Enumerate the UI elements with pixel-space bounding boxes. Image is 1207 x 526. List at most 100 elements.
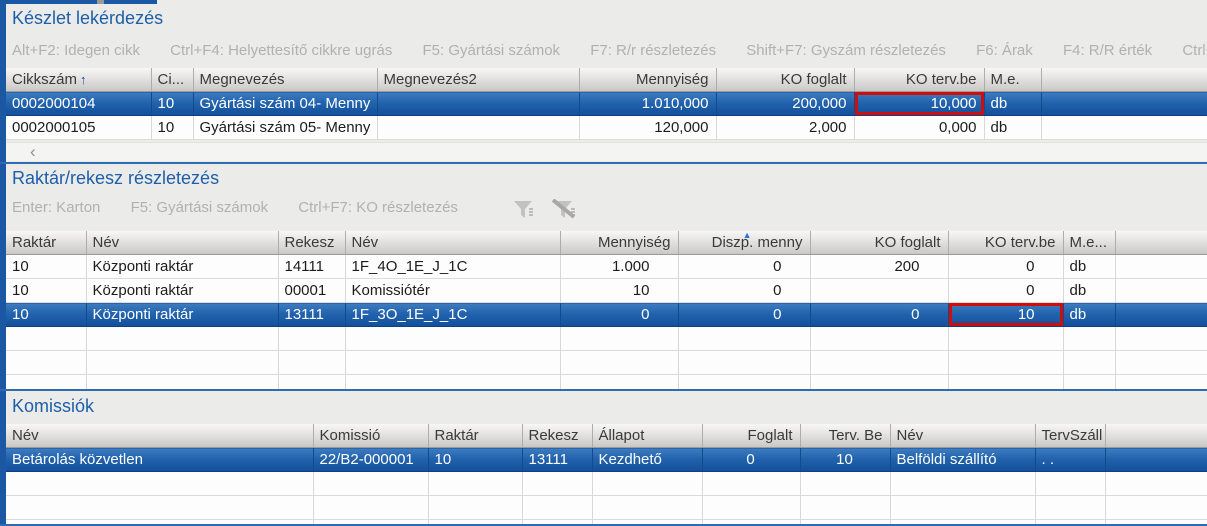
cell-ko-foglalt: 2,000 xyxy=(716,116,854,140)
inventory-query-window: Készlet lekérdezés Alt+F2: Idegen cikk C… xyxy=(0,0,1207,526)
col-header-mennyiseg[interactable]: Mennyiség xyxy=(579,68,716,92)
cell-ko-tervbe: 0,000 xyxy=(854,116,984,140)
col-header-raktar[interactable]: Raktár xyxy=(6,231,86,255)
cell-raktar: 10 xyxy=(6,303,86,327)
cell-allapot: Kezdhető xyxy=(592,448,702,472)
empty-cell xyxy=(1035,472,1105,496)
empty-cell xyxy=(560,327,678,351)
shortcut-ko-reszletezes: Ctrl+F7: KO részletezés xyxy=(298,199,458,216)
col-header-megnevezes[interactable]: Megnevezés xyxy=(193,68,377,92)
empty-cell xyxy=(560,351,678,375)
col-header-ko-tervbe[interactable]: KO terv.be xyxy=(948,231,1063,255)
empty-cell xyxy=(6,327,86,351)
col-header-nev[interactable]: Név xyxy=(86,231,278,255)
highlighted-cell-ko-tervbe: 10 xyxy=(948,303,1063,327)
col-header-me[interactable]: M.e... xyxy=(1063,231,1115,255)
panel-divider xyxy=(0,389,1207,391)
empty-cell xyxy=(702,472,800,496)
empty-cell xyxy=(1115,351,1207,375)
empty-cell xyxy=(890,472,1035,496)
highlighted-cell-ko-tervbe: 10,000 xyxy=(854,92,984,116)
filter-icon[interactable] xyxy=(512,199,536,221)
empty-cell xyxy=(86,327,278,351)
panel2-title: Raktár/rekesz részletezés xyxy=(12,168,219,189)
empty-cell xyxy=(810,327,948,351)
cell-diszp-menny: 0 xyxy=(678,279,810,303)
col-header-komissio[interactable]: Komissió xyxy=(313,424,428,448)
cell-me: db xyxy=(984,116,1041,140)
col-header-nev2[interactable]: Név xyxy=(345,231,560,255)
col-header-terv-be[interactable]: Terv. Be xyxy=(800,424,890,448)
col-header-rekesz[interactable]: Rekesz xyxy=(278,231,345,255)
cell-me: db xyxy=(1063,255,1115,279)
empty-row xyxy=(6,496,1207,520)
panel-divider xyxy=(0,162,1207,164)
cell-foglalt: 0 xyxy=(702,448,800,472)
col-header-ko-foglalt[interactable]: KO foglalt xyxy=(716,68,854,92)
empty-row xyxy=(6,472,1207,496)
cell-nev2: Belföldi szállító xyxy=(890,448,1035,472)
empty-cell xyxy=(345,327,560,351)
col-header-ko-foglalt[interactable]: KO foglalt xyxy=(810,231,948,255)
panel3-title: Komissiók xyxy=(12,396,94,417)
cell-megnevezes2 xyxy=(377,92,579,116)
cell-terv-be: 10 xyxy=(800,448,890,472)
panel1-shortcut-bar: Alt+F2: Idegen cikk Ctrl+F4: Helyettesít… xyxy=(12,42,1207,59)
empty-cell xyxy=(948,375,1063,390)
col-header-cikkszam[interactable]: Cikkszám↑ xyxy=(6,68,151,92)
shortcut-karton: Enter: Karton xyxy=(12,199,100,216)
cell-rekesz: 13111 xyxy=(522,448,592,472)
empty-cell xyxy=(678,375,810,390)
table-row[interactable]: 10 Központi raktár 14111 1F_4O_1E_J_1C 1… xyxy=(6,255,1207,279)
table-row-selected[interactable]: Betárolás közvetlen 22/B2-000001 10 1311… xyxy=(6,448,1207,472)
col-header-tervszall[interactable]: TervSzáll xyxy=(1035,424,1105,448)
cell-nev: Központi raktár xyxy=(86,303,278,327)
cell-diszp-menny: 0 xyxy=(678,255,810,279)
empty-cell xyxy=(592,472,702,496)
col-header-diszp-menny[interactable]: Diszp. menny▲ xyxy=(678,231,810,255)
cell-rekesz: 13111 xyxy=(278,303,345,327)
cell-me: db xyxy=(1063,279,1115,303)
panel1-title: Készlet lekérdezés xyxy=(12,8,163,29)
col-header-raktar[interactable]: Raktár xyxy=(428,424,522,448)
empty-cell xyxy=(522,496,592,520)
col-header-allapot[interactable]: Állapot xyxy=(592,424,702,448)
col-header-megnevezes2[interactable]: Megnevezés2 xyxy=(377,68,579,92)
scroll-left-icon[interactable]: ‹ xyxy=(30,142,36,162)
cell-nev2: Komissiótér xyxy=(345,279,560,303)
filler-cell xyxy=(1041,92,1207,116)
table-row[interactable]: 0002000105 10 Gyártási szám 05- Menny 12… xyxy=(6,116,1207,140)
cell-nev: Központi raktár xyxy=(86,255,278,279)
col-header-ci[interactable]: Ci... xyxy=(151,68,193,92)
empty-cell xyxy=(345,375,560,390)
empty-cell xyxy=(278,375,345,390)
empty-cell xyxy=(1035,496,1105,520)
table-row[interactable]: 10 Központi raktár 00001 Komissiótér 10 … xyxy=(6,279,1207,303)
cell-raktar: 10 xyxy=(6,255,86,279)
panel2-shortcut-bar: Enter: Karton F5: Gyártási számok Ctrl+F… xyxy=(12,199,484,216)
cell-megnevezes: Gyártási szám 05- Menny xyxy=(193,116,377,140)
col-header-rekesz[interactable]: Rekesz xyxy=(522,424,592,448)
empty-cell xyxy=(678,351,810,375)
col-header-foglalt[interactable]: Foglalt xyxy=(702,424,800,448)
commission-table: Név Komissió Raktár Rekesz Állapot Fogla… xyxy=(6,424,1207,524)
horizontal-scrollbar[interactable]: ‹ xyxy=(6,142,1207,161)
cell-ci: 10 xyxy=(151,92,193,116)
empty-cell xyxy=(948,327,1063,351)
col-header-nev2[interactable]: Név xyxy=(890,424,1035,448)
filler-cell xyxy=(1115,279,1207,303)
table-row-selected[interactable]: 10 Központi raktár 13111 1F_3O_1E_J_1C 0… xyxy=(6,303,1207,327)
cell-ko-tervbe: 0 xyxy=(948,279,1063,303)
col-header-mennyiseg[interactable]: Mennyiség xyxy=(560,231,678,255)
table-row-selected[interactable]: 0002000104 10 Gyártási szám 04- Menny 1.… xyxy=(6,92,1207,116)
cell-megnevezes2 xyxy=(377,116,579,140)
cell-mennyiseg: 0 xyxy=(560,303,678,327)
clear-filter-icon[interactable] xyxy=(552,199,578,221)
cell-raktar: 10 xyxy=(6,279,86,303)
cell-raktar: 10 xyxy=(428,448,522,472)
col-header-me[interactable]: M.e. xyxy=(984,68,1041,92)
col-header-ko-tervbe[interactable]: KO terv.be xyxy=(854,68,984,92)
empty-cell xyxy=(278,351,345,375)
warehouse-header-row: Raktár Név Rekesz Név Mennyiség Diszp. m… xyxy=(6,231,1207,255)
col-header-nev[interactable]: Név xyxy=(6,424,313,448)
